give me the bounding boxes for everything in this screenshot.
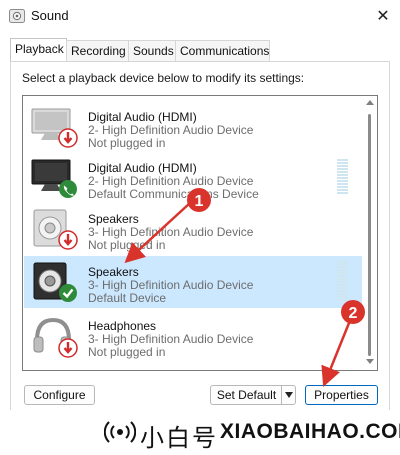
device-status: Not plugged in [88,345,166,359]
monitor-icon [31,159,77,198]
device-description: 2- High Definition Audio Device [88,174,254,188]
device-description: 3- High Definition Audio Device [88,225,254,239]
headphones-icon [33,317,78,358]
vertical-scrollbar[interactable] [363,96,377,370]
device-item-hdmi-2[interactable]: Digital Audio (HDMI) 2- High Definition … [24,152,362,204]
phone-badge-icon [59,180,77,198]
device-name: Speakers [88,265,139,279]
properties-button[interactable]: Properties [305,385,378,405]
device-item-speakers-default[interactable]: Speakers 3- High Definition Audio Device… [24,256,362,308]
level-meter [337,260,348,302]
device-item-headphones[interactable]: Headphones 3- High Definition Audio Devi… [24,310,362,362]
scroll-thumb[interactable] [368,114,371,356]
watermark-cn: 小白号 [140,425,218,452]
monitor-icon [31,108,78,148]
scroll-up-arrow-icon[interactable] [366,100,374,105]
watermark-bar: 小白号 XIAOBAIHAO.COM [0,410,400,455]
device-status: Not plugged in [88,136,166,150]
tab-recording[interactable]: Recording [66,40,129,61]
device-name: Headphones [88,319,157,333]
speaker-icon [33,262,77,302]
speaker-icon [33,209,78,250]
default-check-badge-icon [59,284,77,302]
title-bar: Sound ✕ [0,0,400,32]
unplugged-badge-icon [58,338,78,358]
level-meter [337,159,348,195]
set-default-button[interactable]: Set Default [210,385,282,405]
tab-playback[interactable]: Playback [10,38,67,62]
window-title: Sound [31,8,69,23]
device-name: Speakers [88,212,139,226]
close-icon: ✕ [376,8,390,25]
device-item-speakers-1[interactable]: Speakers 3- High Definition Audio Device… [24,203,362,255]
device-description: 3- High Definition Audio Device [88,278,254,292]
unplugged-badge-icon [58,128,78,148]
device-name: Digital Audio (HDMI) [88,161,197,175]
dropdown-arrow-icon [285,392,293,398]
device-status: Default Device [88,291,167,305]
tab-sounds[interactable]: Sounds [128,40,176,61]
device-description: 3- High Definition Audio Device [88,332,254,346]
instruction-text: Select a playback device below to modify… [22,71,305,85]
speaker-app-icon [9,9,25,23]
broadcast-icon [104,421,136,443]
scroll-down-arrow-icon[interactable] [366,359,374,364]
set-default-dropdown[interactable] [281,385,296,405]
device-name: Digital Audio (HDMI) [88,110,197,124]
watermark-en: XIAOBAIHAO.COM [220,420,400,443]
device-description: 2- High Definition Audio Device [88,123,254,137]
device-status: Default Communications Device [88,187,259,201]
device-list[interactable]: Digital Audio (HDMI) 2- High Definition … [22,95,378,371]
close-button[interactable]: ✕ [366,0,400,32]
device-item-hdmi-1[interactable]: Digital Audio (HDMI) 2- High Definition … [24,101,362,153]
unplugged-badge-icon [58,230,78,250]
tab-communications[interactable]: Communications [175,40,270,61]
configure-button[interactable]: Configure [24,385,95,405]
device-status: Not plugged in [88,238,166,252]
